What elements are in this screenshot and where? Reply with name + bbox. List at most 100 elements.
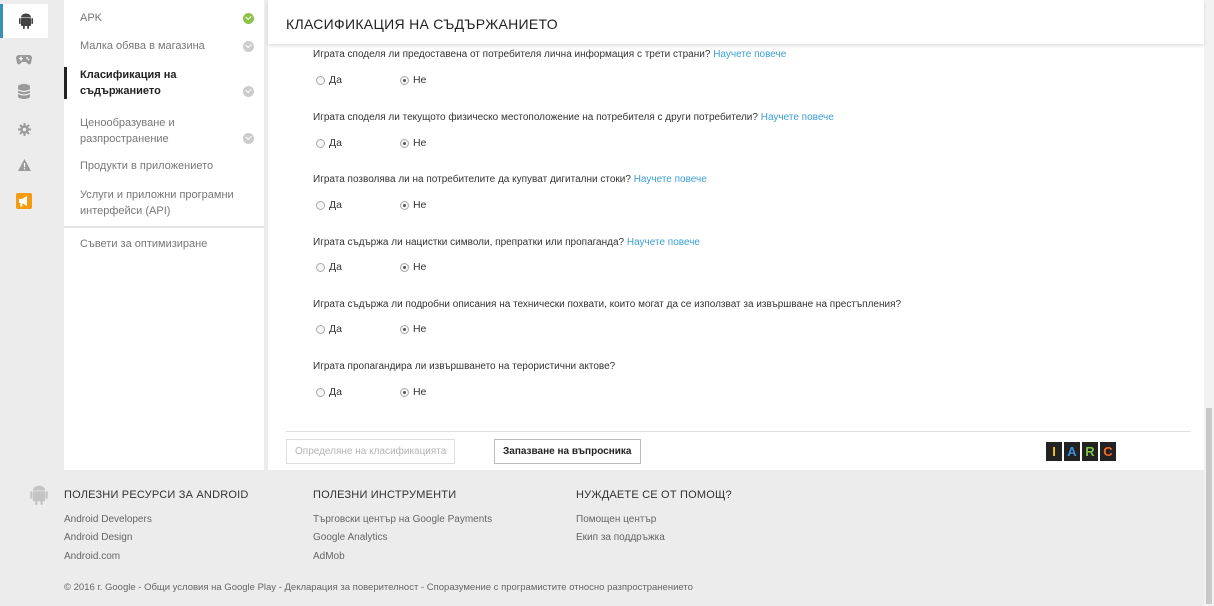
nav-item-optimization-tips[interactable]: Съвети за оптимизиране: [64, 236, 264, 252]
radio-no[interactable]: Не: [399, 137, 427, 149]
copyright-text: © 2016 г. Google - Общи условия на Googl…: [64, 582, 693, 593]
radio-yes[interactable]: Да: [316, 74, 342, 86]
radio-label: Да: [329, 261, 342, 273]
learn-more-link[interactable]: Научете повече: [627, 237, 700, 248]
radio-button[interactable]: [316, 387, 325, 397]
footer-link[interactable]: AdMob: [313, 551, 345, 562]
answer-group-6: Да Не: [316, 386, 484, 398]
iarc-logo: I A R C: [1046, 442, 1116, 461]
rail-item-announcements[interactable]: [0, 184, 48, 218]
footer-link[interactable]: Android.com: [64, 551, 120, 562]
radio-button[interactable]: [316, 262, 325, 272]
footer-link[interactable]: Екип за поддръжка: [576, 532, 665, 543]
learn-more-link[interactable]: Научете повече: [713, 49, 786, 60]
radio-no[interactable]: Не: [399, 323, 427, 335]
action-divider: [286, 431, 1191, 432]
footer-tools-title: ПОЛЕЗНИ ИНСТРУМЕНТИ: [313, 489, 457, 501]
scrollbar-thumb[interactable]: [1206, 408, 1212, 604]
calculate-rating-button[interactable]: Определяне на класификацията: [286, 439, 456, 464]
footer-help-title: НУЖДАЕТЕ СЕ ОТ ПОМОЩ?: [576, 489, 732, 501]
radio-button[interactable]: [399, 324, 409, 334]
main-header: КЛАСИФИКАЦИЯ НА СЪДЪРЖАНИЕТО: [268, 0, 1204, 44]
radio-button[interactable]: [316, 200, 325, 210]
icon-rail: [0, 0, 48, 466]
warning-icon: [17, 159, 31, 171]
nav-item-content-rating[interactable]: Класификация на съдържанието: [64, 67, 239, 99]
nav-divider: [64, 226, 264, 228]
question-text: Играта споделя ли текущото физическо мес…: [313, 112, 758, 123]
rail-item-settings[interactable]: [0, 112, 48, 146]
nav-item-services-apis[interactable]: Услуги и приложни програмни интерфейси (…: [64, 187, 254, 219]
question-3: Играта позволява ли на потребителите да …: [313, 174, 707, 185]
radio-label: Да: [329, 386, 342, 398]
radio-label: Да: [329, 137, 342, 149]
radio-no[interactable]: Не: [399, 199, 427, 211]
radio-button[interactable]: [399, 200, 409, 210]
question-text: Играта позволява ли на потребителите да …: [313, 174, 631, 185]
gamepad-icon: [16, 54, 32, 65]
radio-yes[interactable]: Да: [316, 261, 342, 273]
iarc-letter-i: I: [1046, 442, 1062, 461]
android-icon: [18, 13, 33, 29]
radio-button[interactable]: [316, 324, 325, 334]
footer-resources-title: ПОЛЕЗНИ РЕСУРСИ ЗА ANDROID: [64, 489, 249, 501]
radio-no[interactable]: Не: [399, 261, 426, 273]
android-icon: [30, 485, 48, 508]
answer-group-1: Да Не: [316, 74, 484, 86]
radio-label: Не: [412, 137, 427, 149]
radio-yes[interactable]: Да: [316, 137, 342, 149]
radio-yes[interactable]: Да: [316, 386, 342, 398]
nav-item-label: Ценообразуване и разпространение: [80, 117, 175, 145]
radio-button[interactable]: [316, 138, 325, 148]
nav-item-label: Класификация на съдържанието: [80, 69, 177, 97]
nav-item-store-listing[interactable]: Малка обява в магазина: [64, 38, 264, 54]
radio-button[interactable]: [399, 387, 409, 397]
footer-link[interactable]: Android Developers: [64, 514, 152, 525]
question-5: Играта съдържа ли подробни описания на т…: [313, 299, 901, 310]
rail-item-alerts[interactable]: [0, 148, 48, 182]
nav-item-label: Малка обява в магазина: [80, 40, 205, 52]
radio-label: Не: [412, 74, 427, 86]
iarc-letter-c: C: [1100, 442, 1116, 461]
learn-more-link[interactable]: Научете повече: [634, 174, 707, 185]
radio-yes[interactable]: Да: [316, 323, 342, 335]
nav-item-in-app-products[interactable]: Продукти в приложението: [64, 158, 264, 174]
megaphone-icon: [16, 193, 32, 209]
rail-item-services[interactable]: [0, 74, 48, 108]
radio-label: Не: [412, 199, 427, 211]
answer-group-4: Да Не: [316, 261, 484, 273]
radio-button[interactable]: [399, 138, 409, 148]
gear-icon: [17, 122, 31, 136]
question-text: Играта споделя ли предоставена от потреб…: [313, 49, 711, 60]
radio-no[interactable]: Не: [399, 386, 427, 398]
nav-item-pricing[interactable]: Ценообразуване и разпространение: [64, 115, 239, 147]
footer-link[interactable]: Android Design: [64, 532, 132, 543]
check-icon: [243, 41, 254, 52]
radio-label: Не: [412, 386, 427, 398]
page-scrollbar[interactable]: [1204, 0, 1214, 606]
answer-group-2: Да Не: [316, 137, 484, 149]
radio-label: Не: [412, 323, 427, 335]
save-questionnaire-button[interactable]: Запазване на въпросника: [494, 439, 641, 464]
iarc-letter-r: R: [1082, 442, 1098, 461]
check-icon: [243, 13, 254, 24]
question-4: Играта съдържа ли нацистки символи, преп…: [313, 237, 700, 248]
footer-link[interactable]: Google Analytics: [313, 532, 388, 543]
rail-item-apps[interactable]: [0, 4, 48, 38]
check-icon: [243, 133, 254, 144]
radio-button[interactable]: [399, 262, 409, 272]
question-2: Играта споделя ли текущото физическо мес…: [313, 112, 834, 123]
footer-link[interactable]: Търговски център на Google Payments: [313, 514, 492, 525]
radio-yes[interactable]: Да: [316, 199, 342, 211]
question-text: Играта съдържа ли нацистки символи, преп…: [313, 237, 625, 248]
footer-link[interactable]: Помощен център: [576, 514, 656, 525]
radio-no[interactable]: Не: [399, 74, 427, 86]
answer-group-5: Да Не: [316, 323, 484, 335]
section-nav: APK Малка обява в магазина Класификация …: [64, 0, 264, 470]
question-6: Играта пропагандира ли извършването на т…: [313, 361, 615, 372]
radio-button[interactable]: [316, 75, 325, 85]
nav-item-apk[interactable]: APK: [64, 10, 264, 26]
rail-item-games[interactable]: [0, 42, 48, 76]
learn-more-link[interactable]: Научете повече: [761, 112, 834, 123]
radio-button[interactable]: [399, 75, 409, 85]
